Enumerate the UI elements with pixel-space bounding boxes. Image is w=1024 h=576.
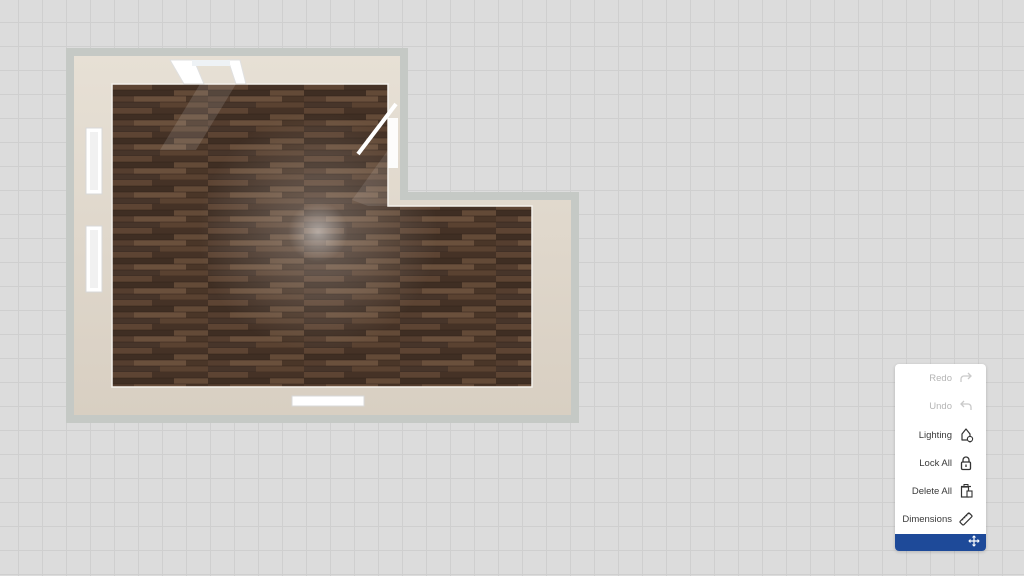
dimensions-label: Dimensions [902,513,952,525]
trash-icon [958,483,974,499]
redo-label: Redo [929,372,952,384]
tool-panel: Redo Undo Lighting Lock All Delete All D… [895,364,986,551]
delete-all-button[interactable]: Delete All [895,477,986,505]
window-bottom [291,395,365,407]
floor-plan[interactable] [0,0,1024,576]
move-icon [968,534,980,552]
design-canvas[interactable] [0,0,1024,576]
delete-all-label: Delete All [911,485,952,497]
undo-button[interactable]: Undo [895,392,986,420]
lightbulb-icon [958,427,974,443]
undo-label: Undo [929,400,952,412]
undo-icon [958,398,974,414]
redo-button[interactable]: Redo [895,364,986,392]
lock-all-button[interactable]: Lock All [895,449,986,477]
lighting-button[interactable]: Lighting [895,421,986,449]
redo-icon [958,370,974,386]
lighting-label: Lighting [918,429,952,441]
ruler-icon [958,511,974,527]
toolbar-drag-handle[interactable] [895,534,986,551]
lock-all-label: Lock All [919,457,952,469]
dimensions-button[interactable]: Dimensions [895,505,986,533]
lock-icon [958,455,974,471]
